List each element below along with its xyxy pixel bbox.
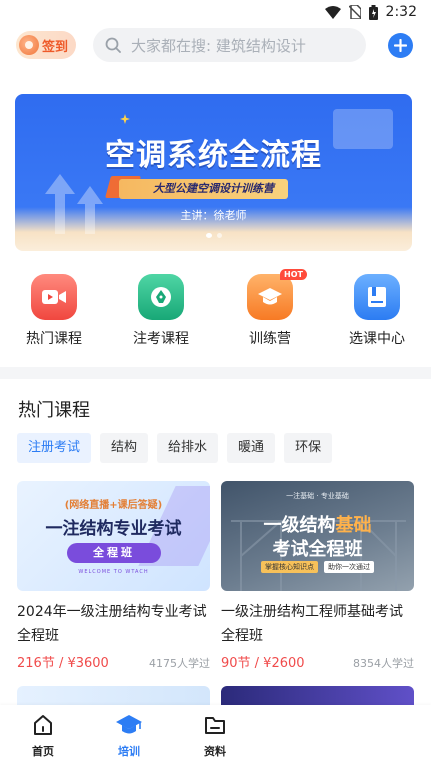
battery-icon xyxy=(368,4,378,20)
quick-nav-course-center[interactable]: 选课中心 xyxy=(327,272,427,348)
no-sim-icon xyxy=(348,5,361,19)
tab-training[interactable]: 培训 xyxy=(99,713,159,759)
tab-label: 培训 xyxy=(118,745,140,758)
tab-home[interactable]: 首页 xyxy=(13,713,73,759)
checkin-label: 签到 xyxy=(42,39,69,55)
course-card[interactable]: (网络直播+课后答疑) 一注结构专业考试 全程班 WELCOME TO WTAC… xyxy=(17,481,210,671)
carousel-indicator xyxy=(15,233,412,238)
section-title: 热门课程 xyxy=(18,400,90,421)
quick-nav-label: 训练营 xyxy=(249,331,291,347)
thumbnail-text: 全程班 xyxy=(67,543,161,563)
promo-banner[interactable]: 空调系统全流程 大型公建空调设计训练营 主讲：徐老师 xyxy=(15,94,412,251)
course-title: 一级注册结构工程师基础考试全程班 xyxy=(221,604,403,644)
sparkle-icon xyxy=(120,114,130,124)
course-card-partial[interactable] xyxy=(17,686,210,706)
add-button[interactable] xyxy=(388,33,413,58)
coin-icon xyxy=(19,35,39,55)
checkin-button[interactable]: 签到 xyxy=(16,31,76,59)
course-card-partial[interactable] xyxy=(221,686,414,706)
plus-icon xyxy=(394,39,407,52)
quick-nav-hot-courses[interactable]: 热门课程 xyxy=(4,272,104,348)
carousel-dot xyxy=(205,233,212,238)
quick-nav-label: 选课中心 xyxy=(349,331,405,347)
carousel-dot xyxy=(216,233,222,238)
quick-nav-label: 热门课程 xyxy=(26,331,82,347)
course-thumbnail: 一注基础 · 专业基础 一级结构基础 考试全程班 掌握核心知识点 助你一次通过 xyxy=(221,481,414,591)
course-price: 216节 / ¥3600 xyxy=(17,656,109,671)
thumbnail-text: WELCOME TO WTACH xyxy=(78,569,149,575)
quick-nav-exam-courses[interactable]: 注考课程 xyxy=(111,272,211,348)
thumbnail-text: 基础 xyxy=(335,515,372,536)
course-learners: 4175人学过 xyxy=(149,657,210,670)
hot-badge: HOT xyxy=(280,269,307,280)
filter-chip-registration-exam[interactable]: 注册考试 xyxy=(17,433,92,463)
filter-chips: 注册考试 结构 给排水 暖通 环保 xyxy=(17,433,333,463)
arrow-up-decoration-icon xyxy=(45,174,103,234)
section-divider xyxy=(0,367,431,379)
filter-chip-hvac[interactable]: 暖通 xyxy=(227,433,276,463)
thumbnail-text: 考试全程班 xyxy=(272,539,363,560)
graduation-cap-icon xyxy=(99,713,159,737)
banner-teacher: 主讲：徐老师 xyxy=(180,209,247,222)
top-bar: 签到 大家都在搜: 建筑结构设计 xyxy=(0,28,431,62)
course-card[interactable]: 一注基础 · 专业基础 一级结构基础 考试全程班 掌握核心知识点 助你一次通过 … xyxy=(221,481,414,671)
quick-nav: 热门课程 注考课程 HOT 训练营 选课中心 xyxy=(0,269,431,352)
home-icon xyxy=(13,713,73,737)
tab-label: 资料 xyxy=(204,745,226,758)
banner-title: 空调系统全流程 xyxy=(105,138,322,173)
thumbnail-text: 一级结构 xyxy=(263,515,336,536)
bottom-tab-bar: 首页 培训 资料 xyxy=(0,705,431,765)
status-time: 2:32 xyxy=(385,4,417,20)
status-bar: 2:32 xyxy=(0,0,431,24)
folder-icon xyxy=(185,713,245,737)
pen-nib-icon xyxy=(138,274,184,320)
search-icon xyxy=(105,37,121,53)
thumbnail-text: 一注结构专业考试 xyxy=(45,519,182,539)
graduation-cap-icon: HOT xyxy=(247,269,307,320)
quick-nav-bootcamp[interactable]: HOT 训练营 xyxy=(220,269,320,348)
thumbnail-text: (网络直播+课后答疑) xyxy=(64,500,163,511)
course-thumbnail: (网络直播+课后答疑) 一注结构专业考试 全程班 WELCOME TO WTAC… xyxy=(17,481,210,591)
thumbnail-tag: 掌握核心知识点 xyxy=(261,561,318,573)
tab-label: 首页 xyxy=(32,745,54,758)
thumbnail-tag: 助你一次通过 xyxy=(324,561,374,573)
filter-chip-environmental[interactable]: 环保 xyxy=(284,433,333,463)
search-input[interactable]: 大家都在搜: 建筑结构设计 xyxy=(93,28,366,62)
video-icon xyxy=(31,274,77,320)
filter-chip-water-supply[interactable]: 给排水 xyxy=(157,433,219,463)
more-course-cards xyxy=(17,686,414,706)
filter-chip-structure[interactable]: 结构 xyxy=(100,433,149,463)
course-learners: 8354人学过 xyxy=(353,657,414,670)
thumbnail-text: 一注基础 · 专业基础 xyxy=(286,492,349,500)
tab-materials[interactable]: 资料 xyxy=(185,713,245,759)
wifi-icon xyxy=(324,5,341,19)
course-price: 90节 / ¥2600 xyxy=(221,656,305,671)
banner-subtitle: 大型公建空调设计训练营 xyxy=(119,179,288,199)
book-icon xyxy=(354,274,400,320)
quick-nav-label: 注考课程 xyxy=(133,331,189,347)
search-placeholder: 大家都在搜: 建筑结构设计 xyxy=(131,36,306,55)
course-title: 2024年一级注册结构专业考试全程班 xyxy=(17,604,207,644)
